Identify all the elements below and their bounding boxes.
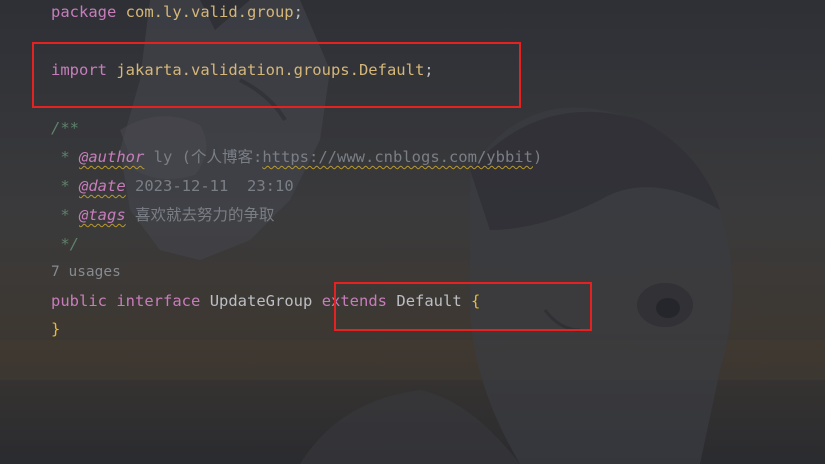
doc-star: * xyxy=(51,177,70,195)
tags-value: 喜欢就去努力的争取 xyxy=(125,206,275,224)
doc-tags-line: * @tags 喜欢就去努力的争取 xyxy=(51,201,275,230)
package-line: package com.ly.valid.group; xyxy=(51,0,303,27)
date-value: 2023-12-11 23:10 xyxy=(125,177,294,195)
extends-highlight-box xyxy=(334,282,592,331)
doc-author-line: * @author ly (个人博客:https://www.cnblogs.c… xyxy=(51,143,542,172)
author-value: ly (个人博客: xyxy=(144,148,263,166)
doc-comment-open: /** xyxy=(51,119,79,137)
author-link[interactable]: https://www.cnblogs.com/ybbit xyxy=(262,148,533,166)
package-semicolon: ; xyxy=(293,3,303,21)
date-tag: @date xyxy=(79,177,126,195)
import-highlight-box xyxy=(32,42,521,108)
public-keyword: public xyxy=(51,292,107,310)
close-brace: } xyxy=(51,320,61,338)
interface-keyword: interface xyxy=(116,292,201,310)
usages-hint[interactable]: 7 usages xyxy=(51,258,121,287)
author-tag: @author xyxy=(79,148,145,166)
doc-star: * xyxy=(51,206,70,224)
interface-name: UpdateGroup xyxy=(209,292,313,310)
doc-comment-close: */ xyxy=(51,235,79,253)
author-end: ) xyxy=(532,148,543,166)
package-name: com.ly.valid.group xyxy=(125,3,294,21)
doc-date-line: * @date 2023-12-11 23:10 xyxy=(51,172,294,201)
doc-star: * xyxy=(51,148,70,166)
package-keyword: package xyxy=(51,3,117,21)
tags-tag: @tags xyxy=(79,206,126,224)
